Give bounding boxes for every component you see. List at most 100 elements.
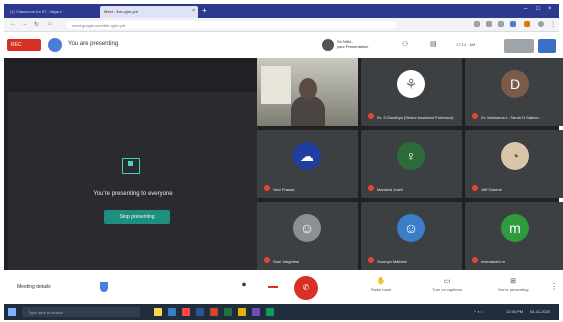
raise-hand-button[interactable]: ✋ Raise hand [356,277,406,292]
participant-name: meenakshi m [481,259,505,264]
word-icon[interactable] [196,308,204,316]
reload-icon[interactable]: ↻ [34,21,39,28]
muted-mic-icon [264,185,270,191]
avatar: ☺ [293,214,321,242]
captions-button[interactable]: ▭ Turn on captions [422,277,472,292]
address-bar[interactable]: meet.google.com/tbh-qrjm-ydr [66,21,396,29]
camera-off-icon[interactable] [268,286,278,288]
windows-start-icon[interactable] [8,308,16,316]
avatar [322,39,334,51]
participant-name: Vani Prasad [273,187,295,192]
present-icon: ⊞ [510,278,516,285]
participant-tile[interactable]: ☺ Sam Varghese [257,202,358,270]
browser-tab-strip: (1) Classroom for IIT - Miga x Meet - tb… [4,4,559,18]
participant-tile[interactable]: ◔ Jeff Greene [465,130,563,198]
self-view-thumbnail[interactable] [504,39,534,53]
avatar: ♀ [397,142,425,170]
present-screen-icon [122,158,140,174]
video-person-face [299,78,317,100]
powerpoint-icon[interactable] [210,308,218,316]
muted-mic-icon [368,257,374,263]
back-arrow-icon[interactable]: ← [10,21,16,27]
participant-tile[interactable] [257,58,358,126]
meeting-stage: You're presenting to everyone Stop prese… [4,58,563,280]
present-label: You're presenting [497,287,529,292]
participant-name: Sam Varghese [273,259,300,264]
muted-mic-icon [472,257,478,263]
participant-tile[interactable]: ⚘ Dr. S.Sandhya (Senior Assistant Profes… [361,58,462,126]
hand-icon: ✋ [376,278,386,285]
shield-icon[interactable] [100,282,108,292]
present-now-button[interactable]: ⊞ You're presenting [488,277,538,292]
muted-mic-icon [368,113,374,119]
presenting-message: You're presenting to everyone [93,191,173,197]
avatar: ☁ [293,142,321,170]
browser-tab-classroom[interactable]: (1) Classroom for IIT - Miga x [6,6,98,18]
participant-tile[interactable]: ☺ Soumya Mathew [361,202,462,270]
raise-hand-label: Raise hand [370,287,392,292]
activities-icon[interactable] [538,39,556,53]
stop-presenting-button[interactable]: Stop presenting [104,210,170,224]
chrome-icon[interactable] [182,308,190,316]
participant-tile[interactable]: m meenakshi m [465,202,563,270]
meeting-details-button[interactable]: Meeting details [17,284,51,290]
captions-label: Turn on captions [432,287,462,292]
file-explorer-icon[interactable] [154,308,162,316]
participant-tile[interactable]: ☁ Vani Prasad [257,130,358,198]
taskbar-search[interactable]: Type here to search [22,307,140,317]
app-icon[interactable] [252,308,260,316]
app-icon[interactable] [266,308,274,316]
meet-top-bar: REC You are presenting Sri Nithi... your… [4,32,559,58]
more-options-icon[interactable]: ⋮ [550,282,558,291]
participant-tile[interactable]: D Dr. Marisama L. Sarah D.Sabine... [465,58,563,126]
tab-label: Meet - tbh-qrjm-ydr [104,9,139,14]
new-tab-button[interactable]: + [202,6,207,15]
avatar: ☺ [397,214,425,242]
tray-icons[interactable]: ^ ◑ ♪ [474,309,483,314]
tab-label: (1) Classroom for IIT - Miga x [10,9,62,14]
extension-icon[interactable] [524,21,530,27]
windows-taskbar: Type here to search ^ ◑ ♪ 12:46 PM 04-11… [4,304,559,320]
avatar: m [501,214,529,242]
participant-name: Dr. Marisama L. Sarah D.Sabine... [481,115,542,120]
participant-name: Dr. S.Sandhya (Senior Assistant Professo… [377,115,454,120]
forward-arrow-icon[interactable]: → [22,21,28,27]
edge-icon[interactable] [168,308,176,316]
maximize-button[interactable]: □ [536,6,540,12]
close-icon[interactable]: × [192,8,195,14]
participant-tile[interactable]: ♀ Manisha Joshi [361,130,462,198]
muted-mic-icon [368,185,374,191]
browser-tab-meet[interactable]: Meet - tbh-qrjm-ydr × [100,6,198,18]
browser-toolbar: ← → ↻ ⌂ meet.google.com/tbh-qrjm-ydr ⋮ [4,18,559,32]
app-icon[interactable] [238,308,246,316]
presenter-info: Sri Nithi... your Presentation [337,39,368,49]
microphone-button[interactable]: ⏺ [242,280,246,290]
participant-name: Jeff Greene [481,187,502,192]
chat-icon[interactable]: ▤ [430,40,437,48]
avatar: ◔ [501,142,529,170]
excel-icon[interactable] [224,308,232,316]
end-call-button[interactable]: ✆ [294,276,318,300]
presenter-sub: your Presentation [337,44,369,49]
people-icon[interactable]: ⚇ [402,40,408,48]
muted-mic-icon [472,185,478,191]
close-window-button[interactable]: × [548,6,552,12]
presentation-panel: You're presenting to everyone Stop prese… [8,92,258,280]
extension-icon[interactable] [474,21,480,27]
extension-icon[interactable] [486,21,492,27]
profile-icon[interactable] [538,21,544,27]
menu-dots-icon[interactable]: ⋮ [550,21,556,28]
captions-icon: ▭ [443,278,451,285]
minimize-button[interactable]: – [524,6,527,12]
muted-mic-icon [264,257,270,263]
participant-name: Manisha Joshi [377,187,403,192]
extension-icon[interactable] [498,21,504,27]
presenting-icon [48,38,62,52]
taskbar-time: 12:46 PM [506,309,524,314]
video-background-window [261,66,291,104]
extension-icon[interactable] [510,21,516,27]
avatar: D [501,70,529,98]
meeting-controls-bar: Meeting details ⏺ ✆ ✋ Raise hand ▭ Turn … [4,270,559,304]
avatar: ⚘ [397,70,425,98]
home-icon[interactable]: ⌂ [48,21,52,27]
